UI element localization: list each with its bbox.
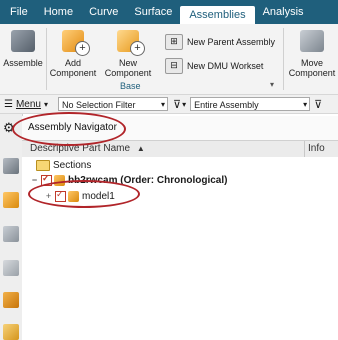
- ribbon-divider: [46, 28, 47, 90]
- ribbon-group-base: Base: [120, 81, 141, 91]
- new-component-label-2: Component: [104, 68, 152, 78]
- chevron-down-icon: ▾: [160, 100, 165, 109]
- selection-filter-value: No Selection Filter: [62, 100, 136, 110]
- tab-analysis[interactable]: Analysis: [255, 0, 312, 24]
- tab-assemblies[interactable]: Assemblies: [180, 6, 255, 24]
- move-component-label-1: Move: [300, 58, 323, 68]
- menu-label: Menu: [15, 98, 41, 110]
- add-component-label-2: Component: [49, 68, 97, 78]
- new-dmu-workset-button[interactable]: ⊟ New DMU Workset: [165, 58, 263, 74]
- new-parent-assembly-label: New Parent Assembly: [187, 37, 276, 47]
- history-icon[interactable]: [3, 292, 19, 308]
- filter-icon[interactable]: ⊽: [173, 98, 181, 111]
- move-component-icon: [300, 30, 324, 52]
- sort-ascending-icon: ▲: [136, 144, 145, 153]
- filter-options-icon[interactable]: ⊽: [314, 98, 322, 111]
- tab-file[interactable]: File: [0, 0, 36, 24]
- annotation-ellipse-navigator-title: [12, 112, 126, 146]
- add-component-label-1: Add: [64, 58, 81, 68]
- column-divider[interactable]: [304, 141, 305, 157]
- annotation-ellipse-model1: [28, 180, 140, 208]
- part-navigator-icon[interactable]: [3, 158, 19, 174]
- new-dmu-workset-icon: ⊟: [165, 58, 183, 74]
- constraint-navigator-icon[interactable]: [3, 226, 19, 242]
- add-component-button[interactable]: + Add Component: [48, 28, 98, 78]
- tree-row-sections[interactable]: Sections: [36, 158, 91, 172]
- chevron-down-icon[interactable]: ▾: [182, 100, 186, 109]
- scope-dropdown[interactable]: Entire Assembly ▾: [190, 97, 311, 111]
- collapse-icon[interactable]: −: [30, 175, 39, 185]
- move-component-label-2: Component: [288, 68, 336, 78]
- column-info[interactable]: Info: [308, 143, 325, 154]
- assembly-navigator-icon[interactable]: [3, 192, 19, 208]
- group-expand-icon[interactable]: ▾: [270, 80, 274, 89]
- ribbon-divider: [283, 28, 284, 90]
- tab-surface[interactable]: Surface: [126, 0, 180, 24]
- tab-home[interactable]: Home: [36, 0, 81, 24]
- new-parent-assembly-icon: ⊞: [165, 34, 183, 50]
- add-component-icon: +: [62, 30, 90, 56]
- new-parent-assembly-button[interactable]: ⊞ New Parent Assembly: [165, 34, 275, 50]
- assemble-label: Assemble: [3, 58, 43, 68]
- chevron-down-icon: ▾: [303, 100, 308, 109]
- scope-value: Entire Assembly: [194, 100, 259, 110]
- plus-icon: +: [75, 41, 90, 56]
- new-component-button[interactable]: + New Component: [102, 28, 154, 78]
- menu-icon: ☰: [4, 98, 13, 110]
- chevron-down-icon: ▾: [43, 99, 48, 109]
- ribbon: Assemble + Add Component + New Component…: [0, 24, 338, 95]
- assemble-icon: [11, 30, 35, 52]
- tab-curve[interactable]: Curve: [81, 0, 126, 24]
- new-component-icon: +: [117, 30, 145, 56]
- menu-dropdown[interactable]: ☰ Menu ▾: [4, 99, 48, 110]
- assemble-button[interactable]: Assemble: [3, 28, 43, 68]
- plus-icon: +: [130, 41, 145, 56]
- folder-icon: [36, 159, 50, 171]
- move-component-button[interactable]: Move Component: [286, 28, 338, 78]
- roles-icon[interactable]: [3, 324, 19, 340]
- menu-bar: File Home Curve Surface Assemblies Analy…: [0, 0, 338, 24]
- new-component-label-1: New: [118, 58, 137, 68]
- selection-bar: ☰ Menu ▾ No Selection Filter ▾ ⊽ ▾ Entir…: [0, 95, 338, 114]
- new-dmu-workset-label: New DMU Workset: [187, 61, 264, 71]
- tree-row-label: Sections: [53, 159, 92, 171]
- selection-filter-dropdown[interactable]: No Selection Filter ▾: [58, 97, 168, 111]
- resource-bar: ⚙: [0, 114, 23, 340]
- reuse-library-icon[interactable]: [3, 260, 19, 276]
